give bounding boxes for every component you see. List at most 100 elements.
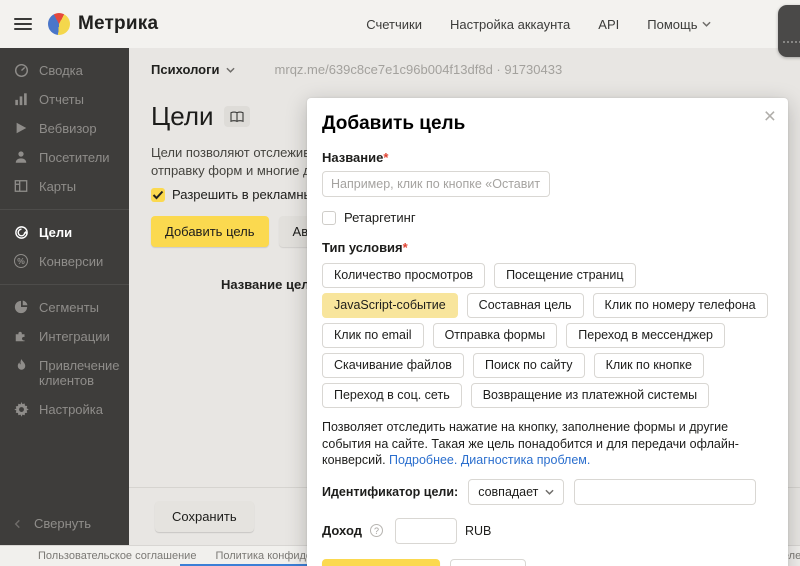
retargeting-checkbox[interactable]: Ретаргетинг: [322, 210, 773, 225]
collapse-label: Свернуть: [34, 516, 92, 531]
chip-form-submit[interactable]: Отправка формы: [432, 323, 558, 348]
chevron-down-icon: [702, 21, 712, 27]
name-label-text: Название: [322, 150, 384, 165]
modal-title: Добавить цель: [322, 113, 466, 134]
sidebar-item-label: Карты: [39, 179, 77, 194]
condition-type-label: Тип условия*: [322, 240, 773, 255]
match-select-value: совпадает: [478, 484, 539, 499]
counter-site-and-id: mrqz.me/639c8ce7e1c96b004f13df8d · 91730…: [274, 62, 563, 77]
modal-cancel-button[interactable]: Отмена: [449, 558, 527, 566]
sidebar-collapse-button[interactable]: Свернуть: [13, 516, 91, 531]
sidebar-item-webvisor[interactable]: Вебвизор: [0, 114, 129, 143]
sidebar-divider: [0, 284, 129, 285]
goal-target-icon: [13, 224, 29, 240]
goal-id-input[interactable]: [574, 478, 757, 505]
nav-help[interactable]: Помощь: [647, 16, 712, 32]
help-question-icon[interactable]: ?: [369, 524, 383, 537]
grip-dots-icon: [783, 41, 800, 43]
chip-phone-click[interactable]: Клик по номеру телефона: [592, 293, 768, 318]
bar-chart-icon: [13, 91, 29, 107]
sidebar-divider: [0, 209, 129, 210]
chevron-down-icon: [545, 489, 555, 495]
counter-name: Психологи: [151, 62, 220, 77]
sidebar-item-settings[interactable]: Настройка: [0, 395, 129, 424]
play-icon: [13, 120, 29, 136]
chip-page-visit[interactable]: Посещение страниц: [494, 263, 636, 288]
nav-counters[interactable]: Счетчики: [366, 17, 422, 32]
sidebar-item-integrations[interactable]: Интеграции: [0, 322, 129, 351]
top-navigation: Счетчики Настройка аккаунта API Помощь: [366, 16, 712, 32]
goal-id-row: Идентификатор цели: совпадает: [322, 478, 773, 505]
sidebar: Сводка Отчеты Вебвизор Посетители Карты: [0, 48, 129, 545]
sidebar-item-reports[interactable]: Отчеты: [0, 85, 129, 114]
checkbox-unchecked-icon: [322, 210, 336, 225]
gear-icon: [13, 401, 29, 417]
condition-label-text: Тип условия: [322, 240, 403, 255]
chevron-down-icon: [225, 67, 235, 73]
required-asterisk: *: [383, 150, 389, 165]
close-icon[interactable]: ×: [764, 106, 776, 127]
condition-type-chips: Количество просмотров Посещение страниц …: [322, 263, 774, 408]
revenue-input[interactable]: [394, 517, 457, 544]
sidebar-item-label: Интеграции: [39, 329, 110, 344]
chip-social-network[interactable]: Переход в соц. сеть: [322, 383, 462, 408]
nav-api[interactable]: API: [598, 17, 619, 32]
breadcrumb: Психологи mrqz.me/639c8ce7e1c96b004f13df…: [129, 48, 800, 77]
revenue-label: Доход: [322, 523, 362, 538]
chip-javascript-event[interactable]: JavaScript-событие: [322, 293, 458, 318]
sidebar-item-visitors[interactable]: Посетители: [0, 143, 129, 172]
yandex-metrika-logo-icon[interactable]: [48, 13, 70, 35]
book-icon: [229, 111, 244, 122]
more-link[interactable]: Подробнее.: [389, 453, 457, 467]
add-goal-modal: × Добавить цель Название* Ретаргетинг Ти…: [307, 98, 788, 566]
match-select[interactable]: совпадает: [468, 478, 565, 505]
goal-name-input[interactable]: [322, 171, 550, 197]
gauge-icon: [13, 62, 29, 78]
checkbox-checked-icon: [151, 187, 165, 202]
name-field-label: Название*: [322, 150, 773, 165]
goal-id-label: Идентификатор цели:: [322, 484, 459, 499]
chip-site-search[interactable]: Поиск по сайту: [472, 353, 585, 378]
sidebar-item-segments[interactable]: Сегменты: [0, 293, 129, 322]
sidebar-item-conversions[interactable]: % Конверсии: [0, 247, 129, 276]
revenue-row: Доход ? RUB: [322, 517, 773, 544]
chip-button-click[interactable]: Клик по кнопке: [593, 353, 704, 378]
sidebar-item-goals[interactable]: Цели: [0, 218, 129, 247]
brand-title[interactable]: Метрика: [78, 13, 158, 35]
sidebar-item-label: Посетители: [39, 150, 110, 165]
help-book-button[interactable]: [223, 106, 250, 127]
sidebar-item-label: Настройка: [39, 402, 103, 417]
modal-add-goal-button[interactable]: Добавить цель: [322, 558, 440, 566]
sidebar-item-label: Сводка: [39, 63, 83, 78]
person-icon: [13, 149, 29, 165]
sidebar-item-label: Отчеты: [39, 92, 84, 107]
hamburger-menu-icon[interactable]: [14, 18, 32, 30]
counter-selector[interactable]: Психологи: [151, 62, 235, 77]
sidebar-item-label: Вебвизор: [39, 121, 97, 136]
chip-composite-goal[interactable]: Составная цель: [466, 293, 584, 318]
sidebar-item-client-acquisition[interactable]: Привлечение клиентов: [0, 351, 129, 395]
footer-link-user-agreement[interactable]: Пользовательское соглашение: [38, 550, 196, 562]
sidebar-item-label: Сегменты: [39, 300, 100, 315]
diagnostics-link[interactable]: Диагностика проблем.: [461, 453, 591, 467]
condition-description: Позволяет отследить нажатие на кнопку, з…: [322, 419, 774, 469]
chip-file-download[interactable]: Скачивание файлов: [322, 353, 464, 378]
chip-payment-return[interactable]: Возвращение из платежной системы: [470, 383, 710, 408]
chevron-left-icon: [14, 519, 20, 528]
browser-panel-handle[interactable]: [778, 5, 800, 57]
page-title: Цели: [151, 101, 214, 131]
nav-help-label: Помощь: [647, 16, 698, 32]
nav-account-settings[interactable]: Настройка аккаунта: [450, 17, 570, 32]
map-grid-icon: [13, 178, 29, 194]
sidebar-item-maps[interactable]: Карты: [0, 172, 129, 201]
chip-email-click[interactable]: Клик по email: [322, 323, 424, 348]
top-header: Метрика Счетчики Настройка аккаунта API …: [0, 0, 800, 48]
metrika-app: Метрика Счетчики Настройка аккаунта API …: [0, 0, 800, 566]
flame-icon: [13, 357, 29, 373]
save-button[interactable]: Сохранить: [155, 501, 254, 532]
chip-pageviews[interactable]: Количество просмотров: [322, 263, 486, 288]
currency-label: RUB: [464, 523, 492, 538]
add-goal-button[interactable]: Добавить цель: [151, 216, 269, 247]
sidebar-item-summary[interactable]: Сводка: [0, 56, 129, 85]
chip-messenger[interactable]: Переход в мессенджер: [566, 323, 725, 348]
